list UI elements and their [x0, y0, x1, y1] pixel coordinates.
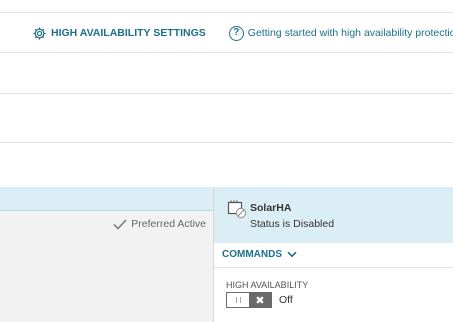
node-header: [214, 187, 453, 243]
divider-top: [0, 12, 453, 13]
high-availability-toggle[interactable]: ✖: [226, 292, 272, 308]
toggle-state-label: Off: [279, 294, 293, 306]
divider-header: [0, 52, 453, 53]
divider-row-1: [0, 93, 453, 94]
help-circle-icon: ?: [228, 25, 244, 41]
help-link-label: Getting started with high availability p…: [247, 27, 453, 39]
toggle-handle: [227, 293, 249, 307]
chevron-down-icon: [287, 251, 297, 258]
preferred-active-label: Preferred Active: [131, 218, 206, 230]
getting-started-help-link[interactable]: ? Getting started with high availability…: [228, 25, 453, 41]
high-availability-settings-link[interactable]: HIGH AVAILABILITY SETTINGS: [32, 26, 206, 41]
toggle-grip-icon: [235, 297, 241, 303]
toggle-off-icon: ✖: [249, 293, 271, 307]
node-name: SolarHA: [250, 202, 292, 214]
high-availability-label: HIGH AVAILABILITY: [226, 280, 309, 290]
settings-link-label: HIGH AVAILABILITY SETTINGS: [51, 27, 206, 39]
gear-icon: [33, 26, 46, 40]
server-disabled-icon: [227, 200, 247, 219]
preferred-active-indicator: Preferred Active: [113, 218, 206, 230]
header-actions: HIGH AVAILABILITY SETTINGS ? Getting sta…: [32, 24, 453, 42]
commands-dropdown[interactable]: COMMANDS: [222, 249, 297, 260]
node-status: Status is Disabled: [250, 218, 335, 230]
pool-panel-header: [0, 187, 213, 211]
commands-divider: [214, 267, 453, 268]
divider-row-2: [0, 142, 453, 143]
commands-label: COMMANDS: [222, 249, 282, 260]
checkmark-icon: [113, 218, 127, 230]
